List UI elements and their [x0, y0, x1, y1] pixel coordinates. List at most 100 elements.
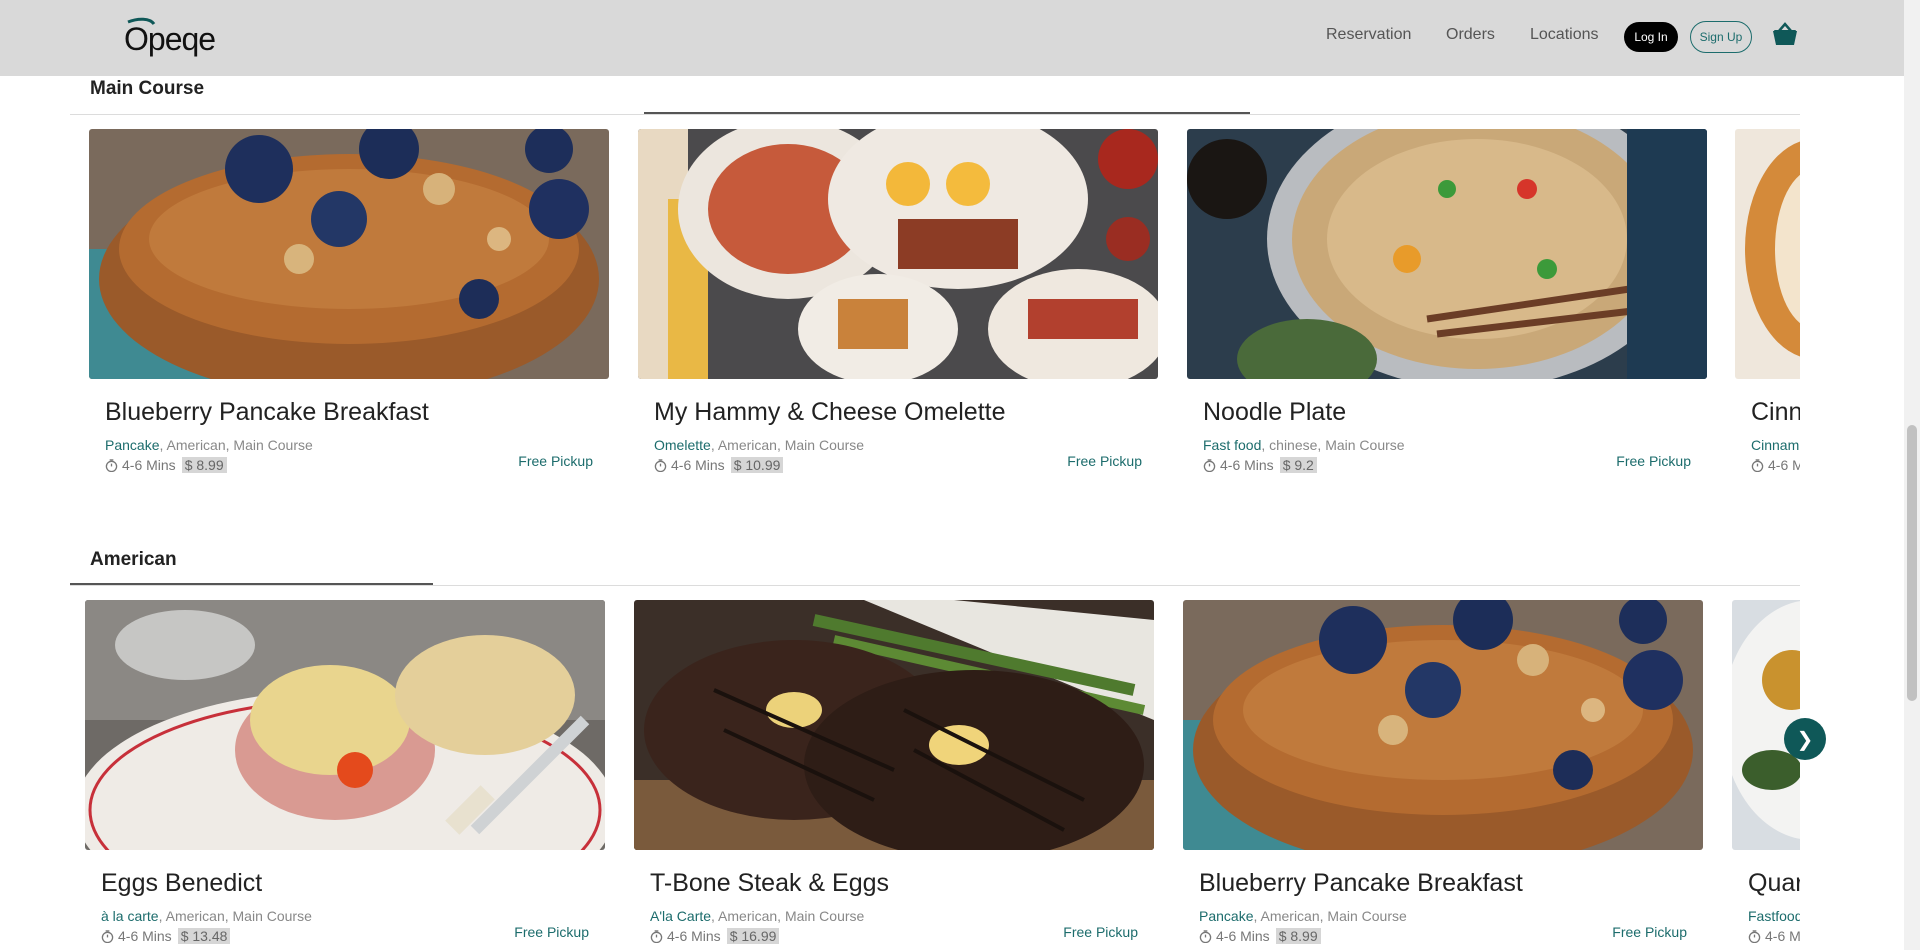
card-title: Eggs Benedict — [101, 869, 263, 897]
card-category[interactable]: Pancake — [1199, 908, 1253, 924]
price-badge: $ 8.99 — [181, 457, 227, 473]
card-tags: Fastfood — [1748, 908, 1800, 924]
card-meta: 4-6 M — [1748, 928, 1800, 944]
card-title: Quar — [1748, 869, 1800, 897]
card-title: Blueberry Pancake Breakfast — [105, 398, 429, 426]
card-cuisines: , American, Main Course — [1253, 908, 1407, 924]
food-image-pancake — [89, 129, 609, 379]
timer-icon — [1203, 458, 1216, 472]
menu-card[interactable]: T-Bone Steak & Eggs A'la Carte, American… — [634, 600, 1154, 944]
timer-icon — [105, 458, 118, 472]
card-title: My Hammy & Cheese Omelette — [654, 398, 1006, 426]
card-title: Cinn — [1751, 398, 1800, 426]
timer-icon — [1751, 458, 1764, 472]
free-pickup-label: Free Pickup — [1067, 453, 1142, 469]
prep-time: 4-6 Mins — [1220, 457, 1274, 473]
card-meta: 4-6 Mins $ 16.99 — [650, 928, 780, 944]
card-meta: 4-6 Mins $ 8.99 — [1199, 928, 1321, 944]
menu-card[interactable]: Blueberry Pancake Breakfast Pancake, Ame… — [89, 129, 609, 473]
card-tags: Omelette, American, Main Course — [654, 437, 864, 453]
card-tags: Pancake, American, Main Course — [105, 437, 313, 453]
free-pickup-label: Free Pickup — [1612, 924, 1687, 940]
price-badge: $ 13.48 — [177, 928, 231, 944]
price-badge: $ 8.99 — [1275, 928, 1321, 944]
section-divider — [70, 585, 1800, 586]
menu-card[interactable]: Noodle Plate Fast food, chinese, Main Co… — [1187, 129, 1707, 473]
carousel-next-button[interactable]: ❯ — [1784, 718, 1826, 760]
timer-icon — [1748, 929, 1761, 943]
timer-icon — [650, 929, 663, 943]
top-navbar: Opeqe Reservation Orders Locations Log I… — [0, 0, 1904, 76]
prep-time: 4-6 Mins — [122, 457, 176, 473]
page-scrollbar[interactable] — [1904, 0, 1920, 950]
card-cuisines: , chinese, Main Course — [1261, 437, 1405, 453]
food-image-tbone-steak — [634, 600, 1154, 850]
card-meta: 4-6 M — [1751, 457, 1800, 473]
prep-time: 4-6 Mins — [667, 928, 721, 944]
section-title-main-course: Main Course — [90, 78, 205, 99]
section-tab-indicator — [644, 112, 1250, 114]
prep-time: 4-6 Mins — [1216, 928, 1270, 944]
section-title-american: American — [90, 549, 177, 570]
prep-time: 4-6 Mins — [118, 928, 172, 944]
menu-card[interactable]: Blueberry Pancake Breakfast Pancake, Ame… — [1183, 600, 1703, 944]
card-tags: Cinnam — [1751, 437, 1799, 453]
menu-card[interactable]: Eggs Benedict à la carte, American, Main… — [85, 600, 605, 944]
free-pickup-label: Free Pickup — [514, 924, 589, 940]
card-title: T-Bone Steak & Eggs — [650, 869, 890, 897]
basket-icon[interactable] — [1770, 20, 1800, 50]
logo-icon: Opeqe — [124, 17, 216, 57]
opeqe-logo[interactable]: Opeqe — [124, 16, 236, 58]
food-image-pancake — [1183, 600, 1703, 850]
prep-time: 4-6 M — [1768, 457, 1800, 473]
card-meta: 4-6 Mins $ 10.99 — [654, 457, 784, 473]
login-button[interactable]: Log In — [1624, 22, 1678, 52]
carousel-main-course: Blueberry Pancake Breakfast Pancake, Ame… — [0, 129, 1800, 489]
card-title: Blueberry Pancake Breakfast — [1199, 869, 1523, 897]
section-tab-indicator — [70, 583, 433, 585]
prep-time: 4-6 Mins — [671, 457, 725, 473]
card-cuisines: , American, Main Course — [158, 908, 312, 924]
svg-text:Opeqe: Opeqe — [124, 21, 215, 57]
free-pickup-label: Free Pickup — [518, 453, 593, 469]
card-category[interactable]: Fast food — [1203, 437, 1261, 453]
food-image-eggs-benedict — [85, 600, 605, 850]
card-category[interactable]: Omelette — [654, 437, 711, 453]
card-cuisines: , American, Main Course — [710, 437, 865, 453]
price-badge: $ 16.99 — [726, 928, 780, 944]
price-badge: $ 10.99 — [730, 457, 784, 473]
card-cuisines: , American, Main Course — [711, 908, 865, 924]
prep-time: 4-6 M — [1765, 928, 1800, 944]
card-cuisines: , American, Main Course — [159, 437, 313, 453]
card-meta: 4-6 Mins $ 8.99 — [105, 457, 227, 473]
menu-card[interactable]: Cinn Cinnam 4-6 M — [1735, 129, 1800, 473]
signup-button[interactable]: Sign Up — [1690, 21, 1752, 53]
nav-locations[interactable]: Locations — [1530, 26, 1599, 44]
card-category[interactable]: A'la Carte — [650, 908, 711, 924]
menu-card[interactable]: My Hammy & Cheese Omelette Omelette, Ame… — [638, 129, 1158, 473]
carousel-american: Eggs Benedict à la carte, American, Main… — [0, 600, 1800, 950]
card-tags: A'la Carte, American, Main Course — [650, 908, 864, 924]
timer-icon — [1199, 929, 1212, 943]
card-tags: à la carte, American, Main Course — [101, 908, 312, 924]
card-meta: 4-6 Mins $ 13.48 — [101, 928, 231, 944]
nav-orders[interactable]: Orders — [1446, 26, 1495, 44]
card-meta: 4-6 Mins $ 9.2 — [1203, 457, 1317, 473]
card-title: Noodle Plate — [1203, 398, 1347, 426]
section-divider — [70, 114, 1800, 115]
food-image-cinnamon — [1735, 129, 1800, 379]
free-pickup-label: Free Pickup — [1616, 453, 1691, 469]
card-category[interactable]: Pancake — [105, 437, 159, 453]
card-category[interactable]: à la carte — [101, 908, 159, 924]
free-pickup-label: Free Pickup — [1063, 924, 1138, 940]
food-image-noodles — [1187, 129, 1707, 379]
price-badge: $ 9.2 — [1279, 457, 1317, 473]
card-tags: Fast food, chinese, Main Course — [1203, 437, 1405, 453]
card-tags: Pancake, American, Main Course — [1199, 908, 1407, 924]
card-category[interactable]: Fastfood — [1748, 908, 1800, 924]
scrollbar-thumb[interactable] — [1907, 425, 1917, 701]
timer-icon — [654, 458, 667, 472]
card-category[interactable]: Cinnam — [1751, 437, 1799, 453]
food-image-omelette — [638, 129, 1158, 379]
nav-reservation[interactable]: Reservation — [1326, 26, 1411, 44]
